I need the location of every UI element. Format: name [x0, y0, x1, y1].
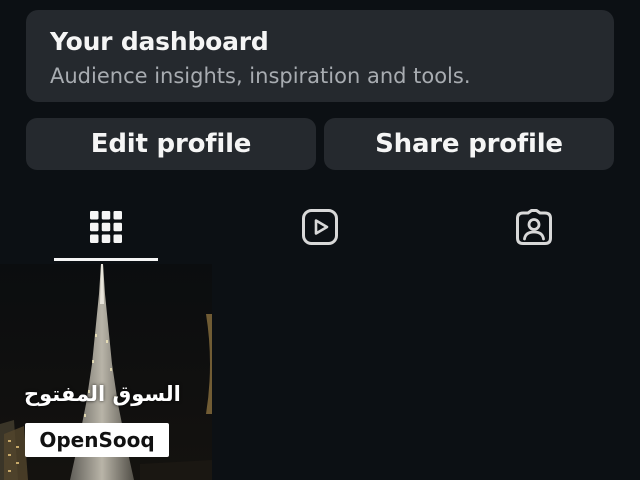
reels-icon	[302, 209, 338, 245]
dashboard-subtitle: Audience insights, inspiration and tools…	[50, 64, 471, 88]
profile-tabs	[0, 196, 640, 262]
dashboard-title: Your dashboard	[50, 27, 269, 56]
watermark-brand-logo: OpenSooq	[25, 423, 169, 457]
tagged-icon	[516, 209, 552, 245]
tab-tagged[interactable]	[482, 196, 586, 258]
tab-posts-grid[interactable]	[54, 196, 158, 258]
share-profile-button[interactable]: Share profile	[324, 118, 614, 170]
selected-tab-indicator	[54, 258, 158, 261]
dashboard-card[interactable]: Your dashboard Audience insights, inspir…	[26, 10, 614, 102]
tab-reels[interactable]	[268, 196, 372, 258]
grid-icon	[90, 211, 122, 243]
watermark-arabic-text: السوق المفتوح	[24, 382, 181, 406]
edit-profile-button[interactable]: Edit profile	[26, 118, 316, 170]
post-thumbnail[interactable]: السوق المفتوح OpenSooq	[0, 264, 212, 480]
